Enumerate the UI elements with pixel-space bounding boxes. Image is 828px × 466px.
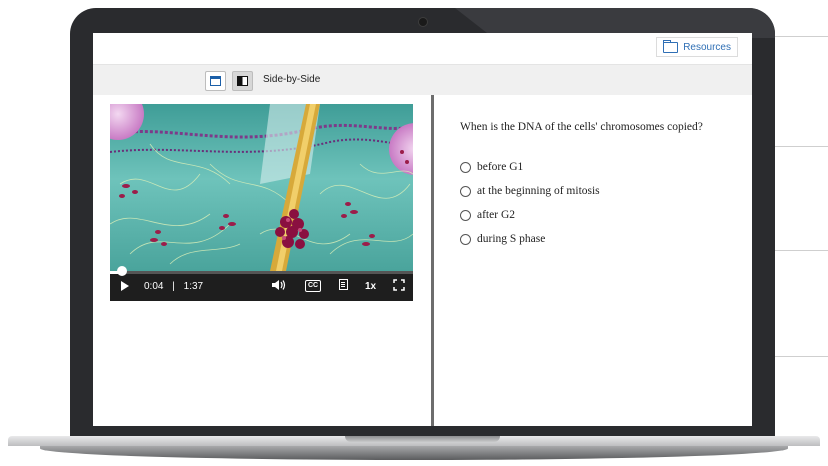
fullscreen-button[interactable] <box>393 279 405 291</box>
current-time: 0:04 <box>144 281 164 292</box>
media-pane: 0:04 | 1:37 CC 1x <box>93 95 431 426</box>
option-label: at the beginning of mitosis <box>477 185 600 197</box>
speed-label: 1x <box>365 281 377 292</box>
layout-toolbar: Side-by-Side <box>93 64 752 96</box>
option-label: after G2 <box>477 209 515 221</box>
fullscreen-icon <box>393 279 405 291</box>
resources-label: Resources <box>683 41 731 53</box>
volume-button[interactable] <box>271 279 287 291</box>
answer-option[interactable]: before G1 <box>460 161 523 173</box>
background-line <box>768 356 828 357</box>
resources-button[interactable]: Resources <box>656 37 738 57</box>
background-line <box>768 146 828 147</box>
radio-button[interactable] <box>460 185 471 197</box>
side-by-side-button[interactable] <box>232 71 253 91</box>
captions-button[interactable]: CC <box>305 280 322 292</box>
volume-icon <box>272 280 286 290</box>
answer-option[interactable]: after G2 <box>460 209 515 221</box>
question-pane: When is the DNA of the cells' chromosome… <box>434 95 752 426</box>
laptop-base-bottom <box>40 446 788 460</box>
laptop-screen: Resources Side-by-Side 0:04 | 1:37 CC 1x… <box>93 33 752 426</box>
layout-label: Side-by-Side <box>263 74 321 85</box>
video-frame <box>110 104 413 271</box>
scrub-handle[interactable] <box>117 266 128 276</box>
time-display: 0:04 | 1:37 <box>144 281 203 292</box>
duration: 1:37 <box>183 281 204 292</box>
full-view-icon <box>210 76 221 86</box>
radio-button[interactable] <box>460 209 471 221</box>
answer-option[interactable]: at the beginning of mitosis <box>460 185 600 197</box>
radio-button[interactable] <box>460 233 471 245</box>
question-text: When is the DNA of the cells' chromosome… <box>460 121 703 133</box>
time-separator: | <box>172 281 175 292</box>
laptop-hinge-notch <box>345 436 500 442</box>
option-label: before G1 <box>477 161 524 173</box>
play-icon <box>121 281 129 291</box>
cc-icon: CC <box>305 280 322 292</box>
progress-track[interactable] <box>110 266 413 276</box>
radio-button[interactable] <box>460 161 471 173</box>
folder-icon <box>663 39 679 53</box>
full-view-button[interactable] <box>205 71 226 91</box>
video-controls: 0:04 | 1:37 CC 1x <box>110 266 413 301</box>
background-line <box>768 250 828 251</box>
transcript-icon <box>339 279 348 290</box>
playback-speed-button[interactable]: 1x <box>365 281 376 292</box>
transcript-button[interactable] <box>339 279 348 290</box>
answer-option[interactable]: during S phase <box>460 233 545 245</box>
option-label: during S phase <box>477 233 546 245</box>
play-button[interactable] <box>121 281 129 291</box>
webcam <box>419 18 427 26</box>
video-player[interactable]: 0:04 | 1:37 CC 1x <box>110 104 413 301</box>
background-line <box>768 36 828 37</box>
split-view-icon <box>237 76 248 86</box>
